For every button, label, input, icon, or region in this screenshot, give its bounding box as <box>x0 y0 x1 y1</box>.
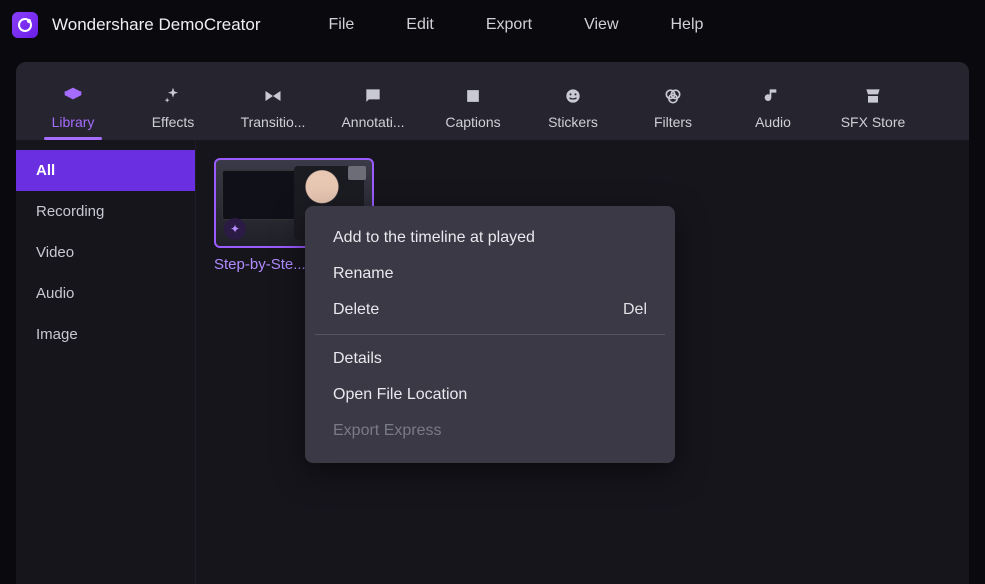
library-icon <box>63 86 83 106</box>
watermark-icon: ✦ <box>224 218 246 240</box>
tab-library[interactable]: Library <box>26 86 120 140</box>
menu-file[interactable]: File <box>329 16 355 34</box>
tab-audio[interactable]: Audio <box>726 86 820 140</box>
ctx-shortcut: Del <box>623 301 647 319</box>
app-title: Wondershare DemoCreator <box>52 15 261 35</box>
ctx-delete[interactable]: Delete Del <box>305 292 675 328</box>
menu-items: File Edit Export View Help <box>329 16 704 34</box>
tab-stickers[interactable]: Stickers <box>526 86 620 140</box>
app-logo-icon <box>12 12 38 38</box>
tab-label: Filters <box>654 114 692 130</box>
menu-view[interactable]: View <box>584 16 618 34</box>
ctx-details[interactable]: Details <box>305 341 675 377</box>
tab-sfx-store[interactable]: SFX Store <box>826 86 920 140</box>
tab-label: Library <box>52 114 95 130</box>
tab-annotations[interactable]: Annotati... <box>326 86 420 140</box>
captions-icon <box>463 86 483 106</box>
library-sidebar: All Recording Video Audio Image <box>16 140 196 584</box>
tab-label: Stickers <box>548 114 598 130</box>
context-menu: Add to the timeline at played Rename Del… <box>305 206 675 463</box>
tab-label: Annotati... <box>341 114 404 130</box>
sidebar-item-recording[interactable]: Recording <box>16 191 195 232</box>
tab-effects[interactable]: Effects <box>126 86 220 140</box>
tab-label: Captions <box>445 114 500 130</box>
sticker-icon <box>563 86 583 106</box>
ctx-label: Export Express <box>333 422 441 440</box>
ctx-label: Rename <box>333 265 393 283</box>
ctx-separator <box>315 334 665 335</box>
ctx-label: Add to the timeline at played <box>333 229 535 247</box>
tab-label: Audio <box>755 114 791 130</box>
sparkle-icon <box>163 86 183 106</box>
sidebar-item-all[interactable]: All <box>16 150 195 191</box>
menu-export[interactable]: Export <box>486 16 532 34</box>
ctx-label: Open File Location <box>333 386 467 404</box>
tab-label: SFX Store <box>841 114 906 130</box>
ctx-export-express: Export Express <box>305 413 675 449</box>
ribbon: Library Effects Transitio... Annotati...… <box>16 62 969 140</box>
ctx-rename[interactable]: Rename <box>305 256 675 292</box>
store-icon <box>863 86 883 106</box>
annotation-icon <box>363 86 383 106</box>
sidebar-item-image[interactable]: Image <box>16 314 195 355</box>
tab-label: Transitio... <box>241 114 306 130</box>
preview-monitor-icon <box>222 170 302 220</box>
menu-help[interactable]: Help <box>671 16 704 34</box>
ctx-open-file-location[interactable]: Open File Location <box>305 377 675 413</box>
menubar: Wondershare DemoCreator File Edit Export… <box>0 0 985 50</box>
sidebar-item-video[interactable]: Video <box>16 232 195 273</box>
tab-filters[interactable]: Filters <box>626 86 720 140</box>
menu-edit[interactable]: Edit <box>406 16 434 34</box>
transition-icon <box>263 86 283 106</box>
ctx-label: Delete <box>333 301 379 319</box>
tab-transitions[interactable]: Transitio... <box>226 86 320 140</box>
camera-icon <box>348 166 366 180</box>
ctx-label: Details <box>333 350 382 368</box>
tab-label: Effects <box>152 114 195 130</box>
ctx-add-to-timeline[interactable]: Add to the timeline at played <box>305 220 675 256</box>
tab-captions[interactable]: Captions <box>426 86 520 140</box>
filters-icon <box>663 86 683 106</box>
audio-icon <box>763 86 783 106</box>
sidebar-item-audio[interactable]: Audio <box>16 273 195 314</box>
